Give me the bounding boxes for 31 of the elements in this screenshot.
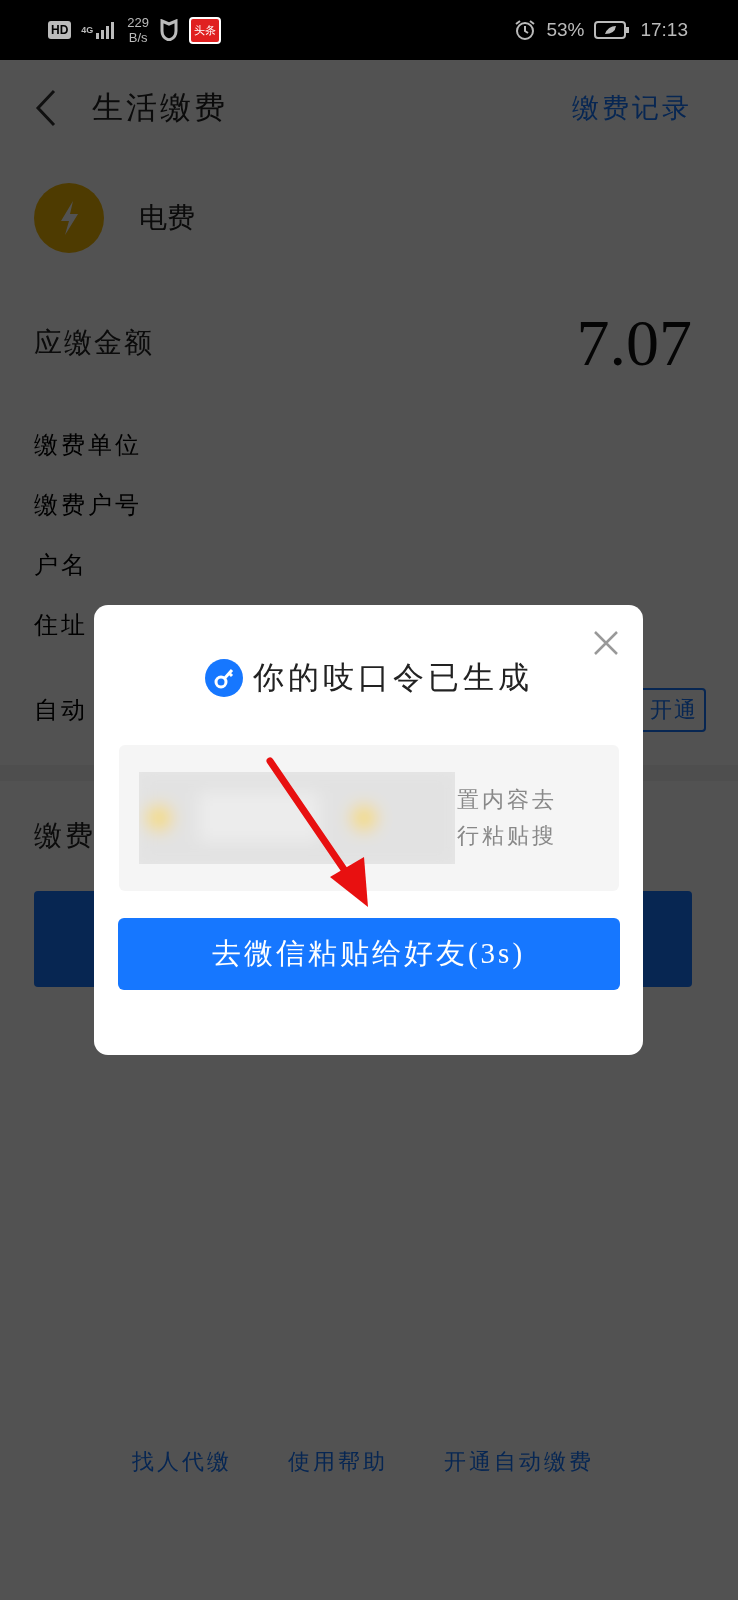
preview-text: 行粘贴搜	[456, 822, 557, 850]
bill-type: 电费	[139, 200, 195, 235]
info-label: 缴费户号	[34, 491, 142, 520]
dialog-title: 你的吱口令已生成	[252, 659, 533, 697]
alarm-icon	[514, 19, 537, 41]
key-icon	[204, 659, 243, 697]
footer-link[interactable]: 开通自动缴费	[444, 1447, 594, 1477]
info-label: 缴费单位	[34, 431, 142, 460]
lightning-icon	[34, 182, 104, 253]
amount-value: 7.07	[576, 304, 692, 381]
info-label: 自动	[34, 696, 88, 725]
preview-text: 置内容去	[456, 786, 557, 814]
battery-icon	[594, 21, 631, 39]
close-icon[interactable]	[593, 630, 619, 656]
section-label: 缴费	[34, 819, 96, 853]
paste-to-wechat-button[interactable]: 去微信粘贴给好友(3s)	[117, 918, 620, 990]
network-label: 4G	[81, 25, 94, 35]
payment-history-link[interactable]: 缴费记录	[572, 89, 692, 126]
hd-badge: HD	[48, 21, 72, 39]
footer-link[interactable]: 使用帮助	[288, 1447, 388, 1477]
info-label: 户名	[34, 551, 88, 580]
back-icon	[34, 87, 58, 128]
page-title: 生活缴费	[92, 88, 228, 127]
battery-percent: 53%	[546, 19, 585, 41]
app-badge: 头条	[189, 16, 222, 44]
footer-link[interactable]: 找人代缴	[132, 1447, 232, 1477]
shield-icon	[159, 19, 180, 41]
network-speed: 229 B/s	[127, 15, 150, 45]
clock: 17:13	[640, 19, 688, 41]
info-label: 住址	[34, 611, 88, 640]
amount-label: 应缴金额	[34, 325, 154, 360]
